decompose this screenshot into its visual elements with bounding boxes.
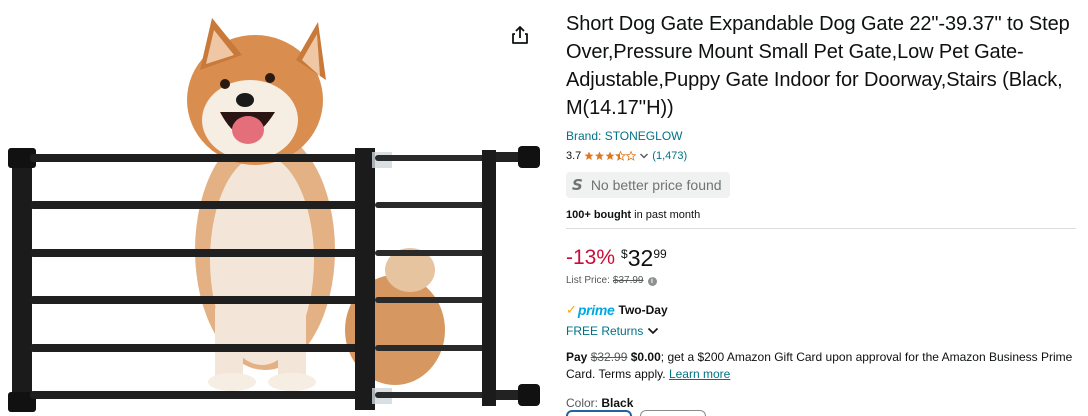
credit-card-offer: Pay $32.99 $0.00; get a $200 Amazon Gift… — [566, 349, 1076, 383]
s-logo-icon: S — [572, 176, 583, 194]
learn-more-link[interactable]: Learn more — [669, 367, 730, 381]
bought-in-past-month: 100+ bought in past month — [566, 208, 1081, 222]
share-button[interactable] — [509, 24, 531, 46]
color-label: Color: — [566, 396, 599, 410]
prime-check-icon: ✓ — [566, 302, 577, 317]
color-value: Black — [601, 396, 634, 410]
price-currency: $ — [621, 247, 628, 261]
info-icon[interactable]: i — [647, 276, 657, 286]
prime-logo: prime — [577, 302, 615, 318]
bought-count: 100+ bought — [566, 209, 632, 221]
pay-label: Pay — [566, 350, 588, 364]
list-price: List Price: $37.99 i — [566, 274, 1081, 288]
list-price-value: $37.99 — [612, 275, 644, 286]
share-icon — [512, 26, 528, 44]
stars-icon — [584, 151, 637, 161]
brand-link[interactable]: Brand: STONEGLOW — [566, 128, 1081, 144]
swatch-option[interactable] — [640, 410, 706, 416]
rating-value: 3.7 — [566, 150, 582, 162]
price-chip-label: No better price found — [590, 177, 722, 193]
price-chip-button[interactable]: S No better price found — [566, 172, 730, 198]
swatch-black[interactable] — [566, 410, 632, 416]
dog-gate-photo — [8, 18, 540, 412]
free-returns-link[interactable]: FREE Returns — [566, 323, 1081, 339]
divider — [566, 228, 1076, 229]
prime-delivery-speed: Two-Day — [618, 303, 668, 317]
list-price-label: List Price: — [566, 275, 610, 286]
discount-percent: -13% — [566, 246, 616, 269]
product-title: Short Dog Gate Expandable Dog Gate 22"-3… — [566, 13, 1070, 119]
pay-new-price: $0.00 — [630, 350, 661, 364]
color-swatches — [566, 410, 706, 416]
star-rating[interactable] — [584, 151, 637, 161]
pay-old-price: $32.99 — [590, 350, 628, 364]
product-info: Short Dog Gate Expandable Dog Gate 22"-3… — [566, 10, 1081, 411]
free-returns-label: FREE Returns — [566, 324, 644, 338]
price-row: -13% $ 32 99 — [566, 245, 1081, 273]
chevron-down-icon[interactable] — [639, 151, 649, 161]
price-fraction: 99 — [653, 247, 667, 261]
product-image[interactable] — [0, 0, 550, 416]
ratings-count-link[interactable]: (1,473) — [652, 149, 687, 163]
color-selector-label: Color: Black — [566, 395, 1081, 411]
prime-delivery: ✓ prime Two-Day — [566, 302, 1081, 318]
bought-suffix: in past month — [631, 209, 701, 221]
rating-row: 3.7 (1,473) — [566, 149, 1081, 163]
chevron-down-icon — [648, 327, 659, 335]
price-whole: 32 — [627, 245, 654, 271]
